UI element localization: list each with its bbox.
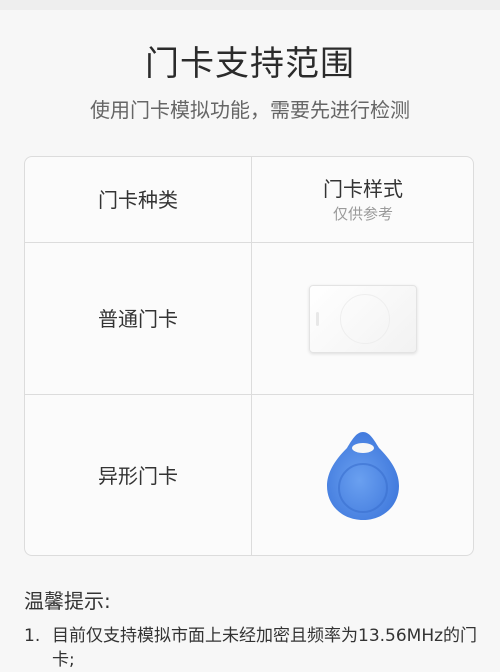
row-type-cell: 异形门卡 (25, 395, 251, 555)
column-header-type: 门卡种类 (98, 187, 178, 212)
tips-title: 温馨提示: (24, 589, 111, 613)
row-type-cell: 普通门卡 (25, 243, 251, 394)
tip-text: 目前仅支持模拟市面上未经加密且频率为13.56MHz的门卡; (52, 626, 478, 670)
header-cell-type: 门卡种类 (25, 157, 251, 242)
row-style-cell (251, 243, 473, 394)
row-style-cell (251, 395, 473, 555)
page-subtitle: 使用门卡模拟功能，需要先进行检测 (90, 98, 410, 122)
key-fob-icon (327, 432, 399, 520)
table-header-row: 门卡种类 门卡样式 仅供参考 (25, 157, 473, 243)
table-row: 异形门卡 (25, 395, 473, 555)
table-row: 普通门卡 (25, 243, 473, 395)
card-support-table: 门卡种类 门卡样式 仅供参考 普通门卡 异形门卡 (24, 156, 474, 556)
column-header-style: 门卡样式 (323, 176, 403, 201)
card-type-label: 异形门卡 (98, 464, 178, 488)
header-cell-style: 门卡样式 仅供参考 (251, 157, 473, 242)
card-type-label: 普通门卡 (98, 306, 178, 331)
tip-number: 1. (24, 626, 41, 646)
standard-card-image (309, 284, 417, 353)
card-slot (316, 311, 319, 326)
page-title: 门卡支持范围 (145, 44, 355, 84)
card-ring-mark (340, 293, 390, 344)
column-header-note: 仅供参考 (332, 204, 393, 223)
top-strip (0, 0, 500, 10)
key-fob-image (323, 428, 403, 524)
